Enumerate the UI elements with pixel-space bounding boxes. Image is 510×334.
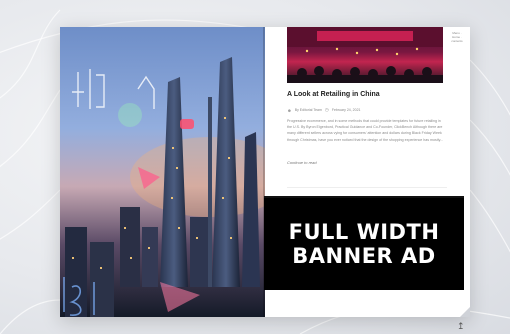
person-icon: ☻	[287, 107, 292, 113]
article-date: February 24, 2021	[331, 108, 361, 112]
banner-ad-line2: BANNER AD	[292, 244, 436, 268]
clock-icon: ◷	[324, 107, 329, 112]
article-excerpt: Progressive ecommerce, and in some metho…	[287, 119, 444, 142]
article-title[interactable]: A Look at Retailing in China	[287, 91, 447, 98]
mouse-cursor-icon: ↥	[457, 321, 465, 331]
event-photo	[287, 27, 443, 83]
banner-ad-line1: FULL WIDTH	[288, 220, 440, 244]
continue-reading-link[interactable]: Continue to read	[287, 160, 317, 165]
page-corner-fold[interactable]	[460, 307, 470, 317]
banner-ad[interactable]: FULL WIDTH BANNER AD	[264, 198, 464, 290]
article-author[interactable]: By Editorial Team	[295, 108, 322, 112]
cityscape-image	[60, 27, 265, 317]
article-meta: ☻ By Editorial Team ◷ February 24, 2021	[287, 107, 447, 113]
divider	[287, 187, 447, 188]
page-tab-menu[interactable]: Menu · Home · contents	[450, 31, 464, 43]
